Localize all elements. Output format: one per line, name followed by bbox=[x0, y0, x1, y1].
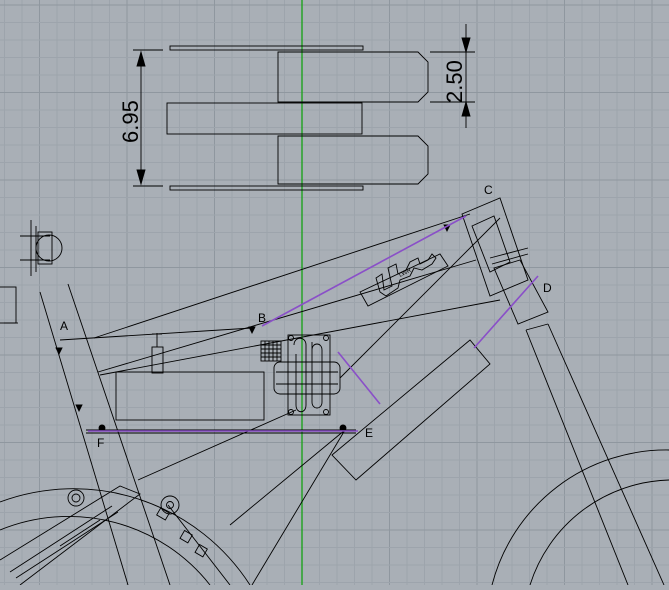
dim-width-label: 2.50 bbox=[442, 60, 467, 103]
cad-viewport[interactable]: 6.95 2.50 A B C D E F LWR bbox=[0, 0, 669, 586]
middle-bar bbox=[166, 102, 363, 135]
swingarm-pivot bbox=[67, 489, 85, 507]
frame-diag-3 bbox=[251, 429, 346, 586]
point-e-label: E bbox=[365, 426, 373, 440]
dim-arrow-down bbox=[136, 169, 146, 186]
fork-tube-2 bbox=[67, 283, 171, 586]
controller-pack bbox=[359, 253, 449, 307]
point-a-label: A bbox=[60, 319, 68, 333]
upper-block bbox=[277, 51, 429, 103]
marker-f bbox=[98, 424, 106, 432]
grid bbox=[0, 0, 669, 585]
drawing-geometry bbox=[0, 24, 669, 586]
fork-leg-upper bbox=[493, 259, 549, 325]
frame bbox=[0, 197, 669, 586]
swingarm bbox=[0, 485, 141, 586]
small-part-1 bbox=[179, 529, 193, 544]
fork-leg-2 bbox=[547, 323, 665, 586]
lower-block bbox=[277, 135, 429, 185]
sensor-body bbox=[37, 231, 53, 265]
dim-arrow-up bbox=[136, 50, 146, 67]
frame-diag-1 bbox=[339, 217, 501, 379]
bolt-4 bbox=[323, 409, 329, 415]
left-edge-box bbox=[0, 286, 17, 324]
highlight-short bbox=[337, 351, 381, 405]
top-part-view bbox=[133, 24, 475, 191]
fork-tube-1 bbox=[39, 291, 129, 586]
front-wheel-arc-2 bbox=[0, 515, 211, 586]
dim2-arrow-2 bbox=[461, 100, 471, 117]
head-tube-inner bbox=[471, 215, 511, 273]
point-b-label: B bbox=[258, 311, 266, 325]
cooling-coil bbox=[293, 337, 323, 413]
battery-pack bbox=[331, 339, 491, 481]
fork-leg-1 bbox=[525, 329, 629, 586]
point-c-label: C bbox=[484, 183, 493, 197]
dim-height-label: 6.95 bbox=[118, 100, 143, 143]
point-d-label: D bbox=[543, 281, 552, 295]
shock-mount bbox=[160, 495, 180, 515]
highlight-lines bbox=[88, 215, 539, 432]
controller-box bbox=[287, 334, 331, 416]
stamp-label: LWR bbox=[398, 267, 413, 278]
left-fragments bbox=[0, 220, 63, 324]
drawing-canvas[interactable]: 6.95 2.50 A B C D E F LWR bbox=[0, 0, 669, 586]
dim2-arrow-1 bbox=[461, 37, 471, 54]
shock-cylinder bbox=[151, 346, 164, 374]
marker-e bbox=[339, 424, 347, 432]
lower-box bbox=[115, 371, 265, 421]
point-f-label: F bbox=[97, 436, 104, 450]
